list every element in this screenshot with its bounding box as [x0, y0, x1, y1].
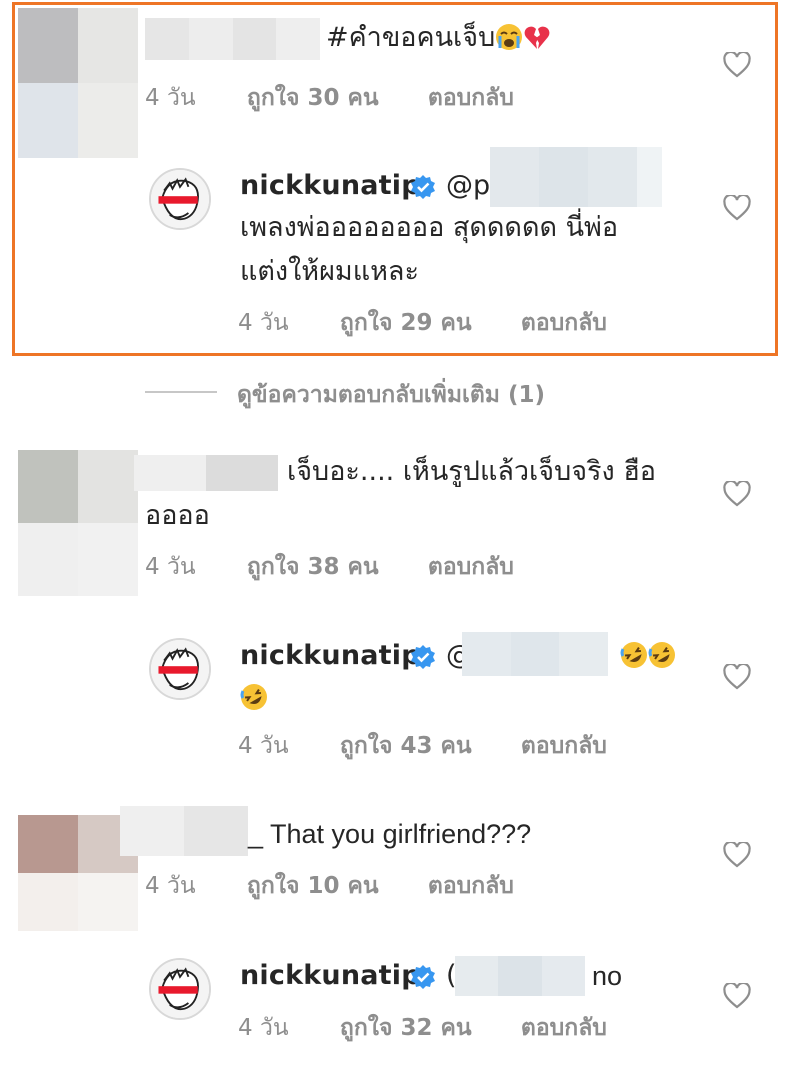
reply-button[interactable]: ตอบกลับ	[521, 733, 607, 759]
comment-thread: #คำขอคนเจ็บ 4 วัน ถูกใจ 30 คน ตอบกลับ ni…	[0, 0, 800, 1075]
like-heart-icon[interactable]	[723, 983, 751, 1009]
comment-meta: 4 วัน ถูกใจ 32 คน ตอบกลับ	[238, 1010, 607, 1046]
comment-time: 4 วัน	[145, 85, 196, 111]
comment-meta: 4 วัน ถูกใจ 30 คน ตอบกลับ	[145, 80, 514, 116]
likes-count[interactable]: ถูกใจ 32 คน	[340, 1015, 472, 1041]
mention[interactable]: @p	[446, 164, 490, 208]
verified-badge-icon	[410, 964, 436, 990]
comment-time: 4 วัน	[145, 554, 196, 580]
comment-meta: 4 วัน ถูกใจ 10 คน ตอบกลับ	[145, 868, 514, 904]
blurred-username[interactable]	[145, 18, 320, 60]
reply-button[interactable]: ตอบกลับ	[428, 873, 514, 899]
comment-text: เพลงพ่ออออออออ สุดดดดด นี่พ่อ	[240, 212, 619, 243]
verified-badge-icon	[410, 644, 436, 670]
broken-heart-emoji	[523, 23, 551, 51]
avatar[interactable]	[149, 638, 211, 700]
likes-count[interactable]: ถูกใจ 10 คน	[247, 873, 379, 899]
divider-line	[145, 391, 217, 393]
like-heart-icon[interactable]	[723, 52, 751, 78]
emoji-row	[620, 634, 676, 678]
comment-time: 4 วัน	[238, 733, 289, 759]
blurred-mention[interactable]	[490, 147, 662, 207]
avatar[interactable]	[149, 168, 211, 230]
verified-badge-icon	[410, 174, 436, 200]
reply-button[interactable]: ตอบกลับ	[428, 554, 514, 580]
blurred-avatar[interactable]	[18, 450, 138, 596]
comment-meta: 4 วัน ถูกใจ 29 คน ตอบกลับ	[238, 305, 607, 341]
crying-face-emoji	[495, 23, 523, 51]
comment-time: 4 วัน	[238, 1015, 289, 1041]
comment-text: #คำขอคนเจ็บ	[326, 16, 551, 60]
like-heart-icon[interactable]	[723, 842, 751, 868]
like-heart-icon[interactable]	[723, 664, 751, 690]
likes-count[interactable]: ถูกใจ 29 คน	[340, 310, 472, 336]
reply-button[interactable]: ตอบกลับ	[428, 85, 514, 111]
comment-text: ออออ	[145, 500, 210, 531]
comment-text: no	[592, 961, 623, 991]
username[interactable]: nickkunatip	[240, 960, 421, 991]
avatar[interactable]	[149, 958, 211, 1020]
blurred-mention[interactable]	[455, 956, 585, 996]
view-more-replies-button[interactable]: ดูข้อความตอบกลับเพิ่มเติม (1)	[237, 377, 545, 413]
comment-text: แต่งให้ผมแหละ	[240, 256, 419, 287]
comment-meta: 4 วัน ถูกใจ 38 คน ตอบกลับ	[145, 549, 514, 585]
reply-button[interactable]: ตอบกลับ	[521, 1015, 607, 1041]
comment-text: _ That you girlfriend???	[248, 819, 532, 849]
comment-text: เจ็บอะ.... เห็นรูปแล้วเจ็บจริง ฮือ	[287, 456, 657, 487]
blurred-avatar[interactable]	[18, 8, 138, 158]
emoji-row	[240, 676, 268, 720]
blurred-mention[interactable]	[462, 632, 608, 676]
rofl-emoji	[240, 683, 268, 711]
username[interactable]: nickkunatip	[240, 640, 421, 671]
reply-button[interactable]: ตอบกลับ	[521, 310, 607, 336]
comment-time: 4 วัน	[145, 873, 196, 899]
blurred-username[interactable]	[120, 806, 248, 856]
likes-count[interactable]: ถูกใจ 43 คน	[340, 733, 472, 759]
like-heart-icon[interactable]	[723, 195, 751, 221]
like-heart-icon[interactable]	[723, 481, 751, 507]
blurred-username[interactable]	[134, 455, 278, 491]
username[interactable]: nickkunatip	[240, 170, 421, 201]
likes-count[interactable]: ถูกใจ 30 คน	[247, 85, 379, 111]
likes-count[interactable]: ถูกใจ 38 คน	[247, 554, 379, 580]
comment-time: 4 วัน	[238, 310, 289, 336]
rofl-emoji	[648, 641, 676, 669]
rofl-emoji	[620, 641, 648, 669]
comment-meta: 4 วัน ถูกใจ 43 คน ตอบกลับ	[238, 728, 607, 764]
